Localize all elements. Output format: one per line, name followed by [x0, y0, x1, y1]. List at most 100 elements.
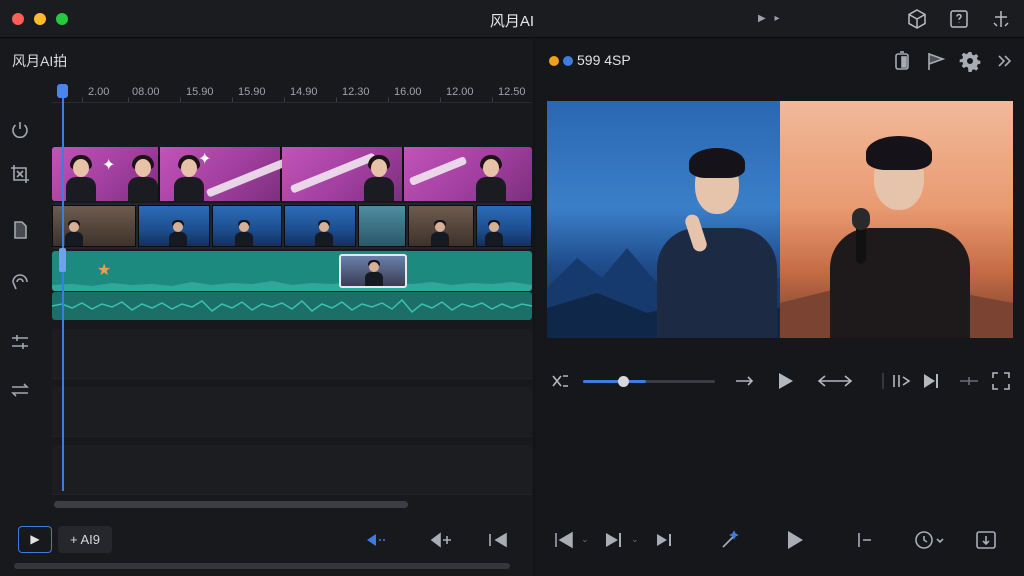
scrub-knob[interactable] [617, 376, 629, 387]
skip-end-icon[interactable] [651, 527, 677, 553]
scrub-slider[interactable] [583, 376, 715, 387]
clip-person-thumbnail [235, 220, 253, 246]
step-forward-icon[interactable] [919, 369, 943, 393]
status-dot-blue [563, 56, 573, 66]
preview-frame-left [547, 101, 780, 338]
video-clip[interactable] [358, 205, 406, 247]
adjust-icon[interactable] [9, 331, 33, 355]
forward-icon[interactable] [993, 50, 1015, 72]
preview-frame-right [780, 101, 1013, 338]
bottom-scrollbar[interactable] [14, 563, 510, 569]
audio-track-main[interactable]: ★ [52, 251, 532, 291]
audio-waveform [52, 298, 532, 314]
clip-person-thumbnail [315, 220, 333, 246]
preview-person-right [830, 118, 970, 338]
ruler-mark [180, 97, 181, 102]
video-clip[interactable] [284, 205, 356, 247]
audio-track-secondary[interactable] [52, 292, 532, 320]
nudge-left-icon[interactable] [364, 530, 388, 550]
next-frame-icon[interactable] [601, 527, 627, 553]
arrow-right-icon[interactable] [733, 369, 757, 393]
clip-person-thumbnail [362, 155, 396, 201]
ruler-tick: 2.00 [88, 86, 110, 98]
ruler-tick: 15.90 [186, 86, 214, 98]
light-streak [408, 156, 468, 186]
magic-wand-icon[interactable] [717, 527, 743, 553]
flag-icon[interactable] [925, 50, 947, 72]
selected-clip-thumbnail[interactable] [339, 254, 407, 288]
empty-lane[interactable] [52, 387, 532, 437]
ruler-mark [284, 97, 285, 102]
ruler-mark [336, 97, 337, 102]
preview-panel: 599 4SP ⌄ ⌄ [535, 39, 1024, 576]
video-clip[interactable]: ✦ [160, 147, 293, 201]
tool-column [0, 119, 44, 499]
power-icon[interactable] [9, 119, 33, 143]
play-forward-icon[interactable]: ▶ ▸ [758, 13, 783, 24]
ruler-mark [232, 97, 233, 102]
trim-icon[interactable] [957, 369, 981, 393]
video-track-secondary[interactable] [52, 203, 532, 249]
video-clip[interactable] [138, 205, 210, 247]
swirl-icon[interactable] [9, 271, 33, 295]
preview-transport: ⌄ ⌄ [535, 525, 1024, 555]
split-add-icon[interactable] [430, 530, 454, 550]
expand-icon[interactable] [989, 369, 1013, 393]
skip-start-icon[interactable] [486, 530, 510, 550]
ruler-tick: 08.00 [132, 86, 160, 98]
video-clip[interactable] [52, 205, 136, 247]
prev-frame-icon[interactable] [551, 527, 577, 553]
clip-person-thumbnail [169, 220, 187, 246]
video-clip[interactable]: ✦ [52, 147, 160, 201]
preview-header: 599 4SP [549, 52, 631, 68]
timeline-scrollbar[interactable] [54, 501, 408, 508]
sparkle-icon: ✦ [198, 151, 212, 168]
playhead[interactable] [62, 86, 64, 491]
sparkle-icon: ✦ [102, 157, 116, 174]
shuffle-icon[interactable] [549, 369, 573, 393]
ruler-mark [128, 97, 129, 102]
video-track-main[interactable]: ✦ ✦ [52, 147, 532, 201]
chevron-down-icon[interactable]: ⌄ [581, 534, 589, 545]
empty-lane[interactable] [52, 329, 532, 379]
play-large-icon[interactable] [781, 527, 807, 553]
empty-lane[interactable] [52, 445, 532, 495]
gear-icon[interactable] [959, 50, 981, 73]
preview-controls [549, 369, 1019, 395]
video-clip[interactable] [212, 205, 282, 247]
cube-icon[interactable] [906, 8, 928, 30]
fit-width-icon[interactable] [815, 369, 855, 393]
crop-icon[interactable] [9, 163, 33, 187]
project-title: 风月AI拍 [12, 53, 68, 69]
playhead-marker [59, 248, 66, 272]
video-preview[interactable] [547, 101, 1013, 338]
ruler-tick: 16.00 [394, 86, 422, 98]
empty-track-area[interactable] [52, 329, 532, 499]
light-streak [205, 156, 293, 198]
export-icon[interactable] [973, 527, 999, 553]
video-clip[interactable] [476, 205, 532, 247]
timeline-panel: 风月AI拍 2.00 08.00 15.90 15.90 14.90 12.30… [0, 39, 533, 576]
playhead-handle[interactable] [57, 84, 68, 98]
video-clip[interactable] [404, 147, 532, 201]
mask-icon[interactable] [9, 219, 33, 243]
anchor-icon[interactable] [990, 8, 1012, 30]
add-ai-button[interactable]: + AI9 [58, 526, 112, 553]
chevron-down-icon[interactable]: ⌄ [631, 534, 639, 545]
clip-person-thumbnail [431, 220, 449, 246]
video-clip[interactable] [408, 205, 474, 247]
swap-icon[interactable] [9, 379, 33, 403]
timeline-ruler[interactable]: 2.00 08.00 15.90 15.90 14.90 12.30 16.00… [52, 83, 532, 103]
ruler-tick: 12.00 [446, 86, 474, 98]
speed-icon[interactable] [911, 527, 945, 553]
play-button[interactable]: ▶ [18, 526, 52, 553]
ruler-tick: 14.90 [290, 86, 318, 98]
question-box-icon[interactable] [948, 8, 970, 30]
video-clip[interactable] [282, 147, 404, 201]
in-point-icon[interactable] [851, 527, 877, 553]
bars-icon[interactable] [889, 369, 913, 393]
play-icon[interactable] [773, 369, 797, 393]
ruler-mark [388, 97, 389, 102]
ruler-mark [82, 97, 83, 102]
battery-icon[interactable] [891, 50, 913, 72]
